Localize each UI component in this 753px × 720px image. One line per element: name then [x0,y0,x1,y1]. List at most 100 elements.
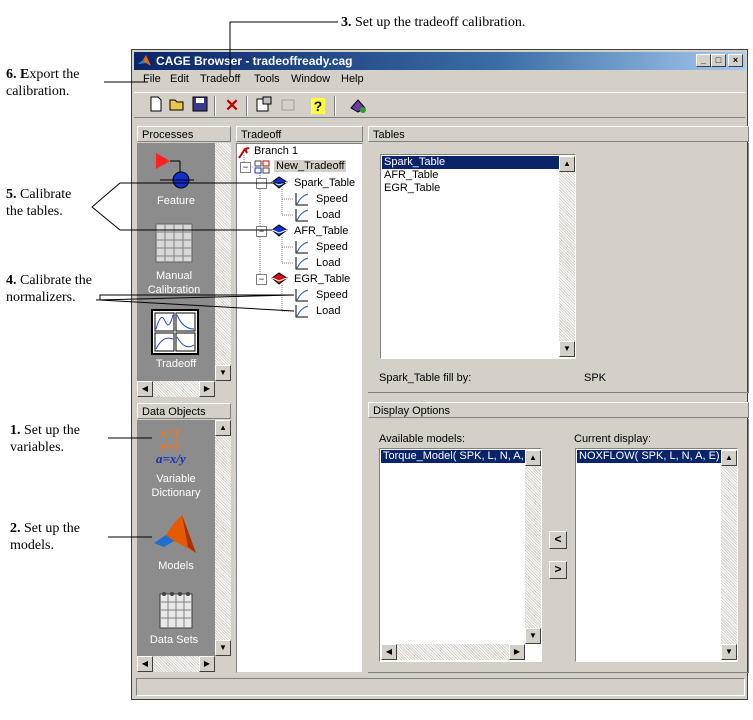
menu-edit[interactable]: Edit [170,73,189,85]
tree-normalizer-load[interactable]: Load [316,305,340,317]
data-sets-label: Data Sets [149,634,199,646]
data-objects-vscroll[interactable] [215,420,231,656]
tables-list-item[interactable]: EGR_Table [382,182,442,195]
tree-normalizer-speed[interactable]: Speed [316,193,348,205]
available-model-item[interactable]: Torque_Model( SPK, L, N, A, E) [380,449,528,464]
tree-table-afr[interactable]: AFR_Table [294,225,348,237]
annotation-setup-variables: 1. Set up the variables. [10,423,80,455]
current-scroll-down[interactable]: ▼ [721,644,737,660]
models-label: Models [158,560,194,572]
data-objects-scroll-right[interactable]: ▶ [199,656,215,672]
feature-icon[interactable] [150,149,196,189]
table-fill-value: SPK [584,372,607,384]
delete-icon[interactable]: ✕ [222,96,242,116]
disabled-icon[interactable] [278,96,298,116]
annotation-calibrate-normalizers: 4. Calibrate the normalizers. [6,273,92,305]
annotation-setup-tradeoff: 3. Set up the tradeoff calibration. [341,15,526,30]
menu-window[interactable]: Window [291,73,330,85]
available-scroll-left[interactable]: ◀ [381,644,397,660]
tree-collapse-toggle[interactable]: − [256,226,267,237]
window-title: CAGE Browser - tradeoffready.cag [156,54,353,68]
cage-browser-window: CAGE Browser - tradeoffready.cag _ □ × F… [131,49,749,700]
processes-scroll-left[interactable]: ◀ [137,381,153,397]
table-icon [271,272,288,285]
models-icon[interactable] [152,513,198,559]
processes-scroll-down[interactable]: ▼ [215,365,231,381]
current-display-vscroll[interactable] [721,450,737,660]
data-objects-scroll-left[interactable]: ◀ [137,656,153,672]
manual-calibration-label: Manual Calibration [147,270,201,296]
menu-help[interactable]: Help [341,73,364,85]
tables-list-item[interactable]: AFR_Table [382,169,440,182]
tree-normalizer-load[interactable]: Load [316,209,340,221]
display-options-header: Display Options [368,402,749,418]
normalizer-curve-icon [295,305,309,318]
menu-tools[interactable]: Tools [254,73,280,85]
maximize-button[interactable]: □ [711,54,726,67]
current-display-listbox[interactable] [575,448,738,662]
tradeoff-add-icon[interactable] [348,96,368,116]
available-models-listbox[interactable] [379,448,542,662]
current-scroll-up[interactable]: ▲ [721,450,737,466]
tree-table-spark[interactable]: Spark_Table [294,177,355,189]
available-scroll-down[interactable]: ▼ [525,628,541,644]
data-objects-header: Data Objects [137,403,231,419]
data-sets-icon[interactable] [159,590,193,630]
available-scroll-up[interactable]: ▲ [525,450,541,466]
tree-collapse-toggle[interactable]: − [240,162,251,173]
tree-collapse-toggle[interactable]: − [256,274,267,285]
menu-file[interactable]: File [143,73,161,85]
matlab-logo-icon [138,55,151,66]
open-icon[interactable] [168,96,188,116]
annotation-setup-models: 2. Set up the models. [10,521,80,553]
toolbar-separator [334,96,336,116]
minimize-button[interactable]: _ [696,54,711,67]
variable-dictionary-icon[interactable]: x=1y=5a=x/y [154,425,200,467]
tree-tradeoff-node[interactable]: New_Tradeoff [274,160,347,172]
save-icon[interactable] [190,96,210,116]
annotation-calibrate-tables: 5. Calibrate the tables. [6,187,72,219]
branch-icon [238,147,250,159]
tree-normalizer-speed[interactable]: Speed [316,289,348,301]
move-right-button[interactable]: > [549,561,567,579]
available-scroll-right[interactable]: ▶ [509,644,525,660]
tables-scroll-up[interactable]: ▲ [559,156,575,172]
processes-scroll-right[interactable]: ▶ [199,381,215,397]
tree-normalizer-load[interactable]: Load [316,257,340,269]
tradeoff-icon[interactable] [151,309,199,355]
close-button[interactable]: × [728,54,743,67]
tables-header: Tables [368,126,749,142]
svg-text:a=x/y: a=x/y [156,451,186,466]
toolbar-separator [246,96,248,116]
tables-list-item[interactable]: Spark_Table [381,155,563,170]
tree-normalizer-speed[interactable]: Speed [316,241,348,253]
tradeoff-tree-header: Tradeoff [236,126,363,142]
normalizer-curve-icon [295,289,309,302]
normalizer-curve-icon [295,241,309,254]
properties-icon[interactable] [254,96,274,116]
tradeoff-node-icon [254,160,270,174]
help-icon[interactable]: ? [308,96,328,116]
table-fill-label: Spark_Table fill by: [379,372,472,384]
menu-bar: File Edit Tradeoff Tools Window Help [134,71,745,89]
menu-tradeoff[interactable]: Tradeoff [200,73,240,85]
tree-branch[interactable]: Branch 1 [254,145,298,157]
tables-list-vscroll[interactable] [559,156,575,357]
new-icon[interactable] [146,96,166,116]
feature-label: Feature [157,195,195,207]
processes-vscroll[interactable] [215,143,231,381]
tables-scroll-down[interactable]: ▼ [559,341,575,357]
normalizer-curve-icon [295,193,309,206]
manual-calibration-icon[interactable] [155,223,193,263]
current-display-item[interactable]: NOXFLOW( SPK, L, N, A, E) [576,449,724,464]
tree-collapse-toggle[interactable]: − [256,178,267,189]
move-left-button[interactable]: < [549,531,567,549]
data-objects-scroll-up[interactable]: ▲ [215,420,231,436]
available-models-vscroll[interactable] [525,450,541,644]
available-models-label: Available models: [379,433,466,445]
tree-table-egr[interactable]: EGR_Table [294,273,350,285]
variable-dictionary-label: Variable Dictionary [151,473,201,499]
available-models-hscroll[interactable] [381,644,525,660]
data-objects-scroll-down[interactable]: ▼ [215,640,231,656]
table-icon [271,224,288,237]
